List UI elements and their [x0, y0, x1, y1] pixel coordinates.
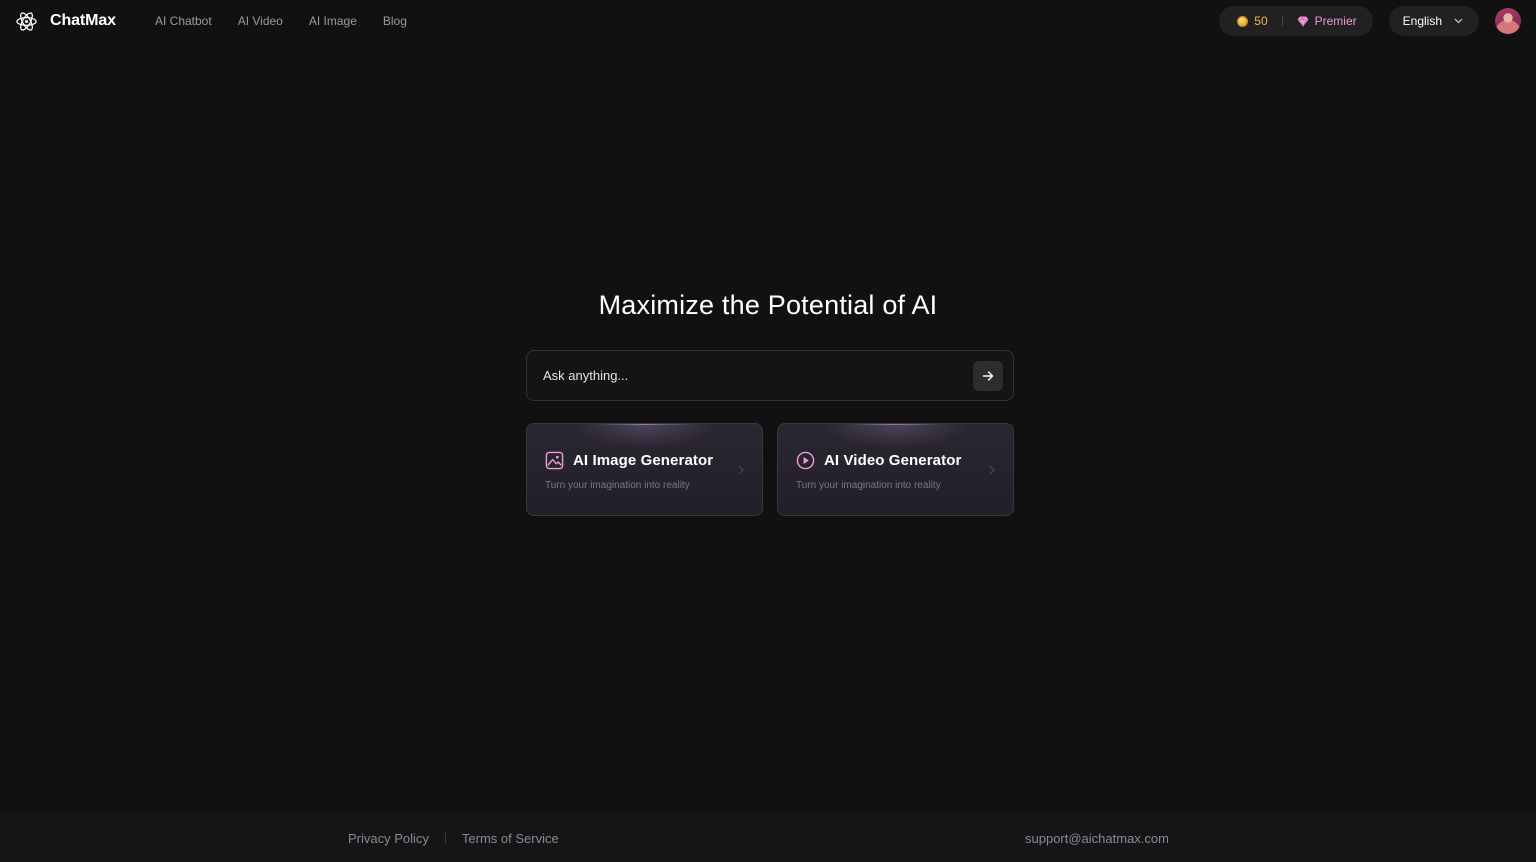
premier-button[interactable]: Premier [1297, 14, 1357, 28]
ai-video-generator-card[interactable]: AI Video Generator Turn your imagination… [777, 423, 1014, 516]
chevron-right-icon [738, 465, 744, 475]
atom-logo-icon [16, 11, 37, 31]
logo[interactable]: ChatMax [15, 10, 116, 33]
user-avatar[interactable] [1495, 8, 1521, 34]
arrow-right-icon [982, 370, 994, 381]
hero-title: Maximize the Potential of AI [598, 290, 938, 320]
ask-input[interactable] [543, 368, 973, 383]
nav-item-blog[interactable]: Blog [383, 14, 407, 28]
coin-icon [1237, 15, 1249, 27]
card-subtitle: Turn your imagination into reality [796, 480, 941, 491]
header-actions: 50 Premier English [1219, 6, 1521, 36]
privacy-policy-link[interactable]: Privacy Policy [348, 831, 429, 846]
page: ChatMax AI Chatbot AI Video AI Image Blo… [0, 0, 1536, 862]
send-button[interactable] [973, 360, 1003, 391]
support-email-link[interactable]: support@aichatmax.com [1025, 831, 1169, 846]
nav-item-ai-image[interactable]: AI Image [309, 14, 357, 28]
diamond-icon [1297, 15, 1309, 27]
nav-item-ai-video[interactable]: AI Video [238, 14, 283, 28]
language-select[interactable]: English [1388, 6, 1479, 36]
card-title: AI Image Generator [573, 452, 714, 469]
card-subtitle: Turn your imagination into reality [545, 480, 690, 491]
chevron-down-icon [1454, 18, 1463, 24]
image-icon [545, 451, 564, 470]
nav-item-ai-chatbot[interactable]: AI Chatbot [155, 14, 212, 28]
language-label: English [1402, 14, 1442, 28]
pill-divider [1281, 16, 1283, 26]
ai-image-generator-card[interactable]: AI Image Generator Turn your imagination… [526, 423, 763, 516]
credits-count: 50 [1254, 14, 1268, 28]
top-header: ChatMax AI Chatbot AI Video AI Image Blo… [0, 0, 1536, 42]
main-nav: AI Chatbot AI Video AI Image Blog [155, 14, 407, 28]
ask-box [526, 350, 1014, 401]
play-circle-icon [796, 451, 815, 470]
terms-of-service-link[interactable]: Terms of Service [462, 831, 559, 846]
card-title: AI Video Generator [824, 452, 962, 469]
app-name: ChatMax [50, 12, 116, 29]
credits-pill[interactable]: 50 Premier [1219, 6, 1373, 36]
footer-divider [444, 833, 446, 843]
card-header: AI Video Generator [796, 451, 961, 470]
footer-links: Privacy Policy Terms of Service [348, 831, 559, 846]
card-header: AI Image Generator [545, 451, 713, 470]
chevron-right-icon [989, 465, 995, 475]
premier-label: Premier [1314, 14, 1357, 28]
footer: Privacy Policy Terms of Service support@… [0, 814, 1536, 862]
